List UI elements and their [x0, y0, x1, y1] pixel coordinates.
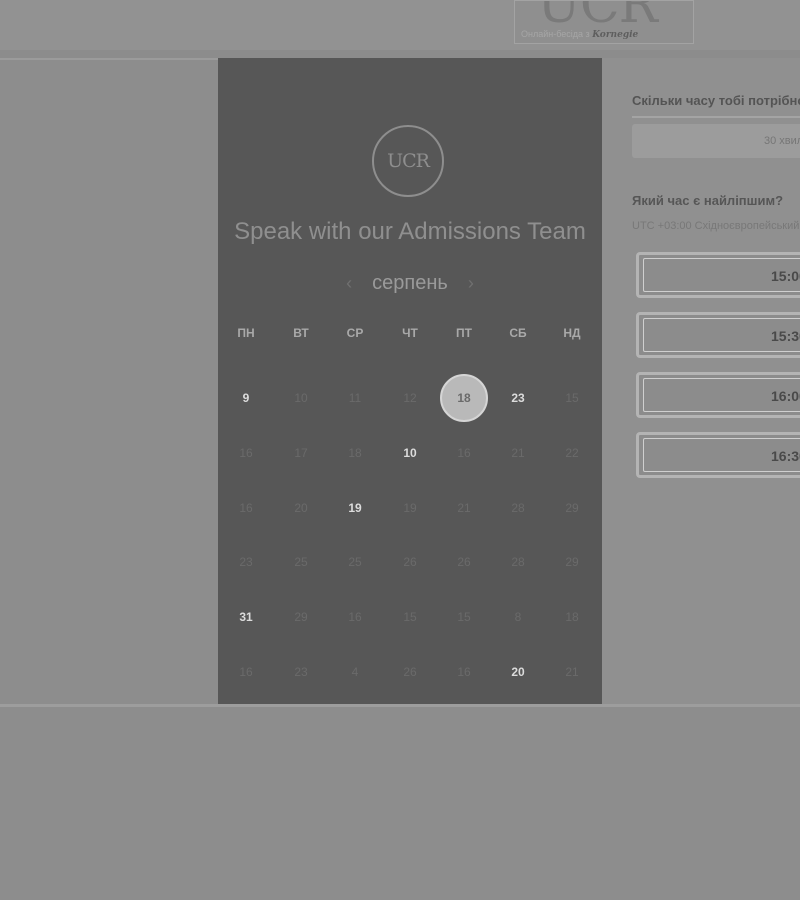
day-cell: 26 [457, 555, 471, 569]
weekday-label: СБ [509, 326, 527, 340]
day-cell: 23 [239, 555, 253, 569]
time-slot-button[interactable]: 16:30 [636, 432, 800, 478]
weekday-label: ПН [237, 326, 255, 340]
day-cell: 8 [514, 610, 522, 624]
day-cell: 17 [294, 446, 308, 460]
weekday-label: ПТ [456, 326, 472, 340]
day-cell[interactable]: 19 [331, 484, 379, 532]
month-navigation: ‹ серпень › [218, 268, 602, 298]
day-cell: 23 [294, 665, 308, 679]
time-slot-button[interactable]: 15:30 [636, 312, 800, 358]
divider [632, 116, 800, 118]
day-cell: 16 [457, 446, 471, 460]
day-cell: 29 [565, 555, 579, 569]
month-label: серпень [372, 271, 448, 294]
header-logo[interactable]: UCR Онлайн-бесіда з Kornegie [514, 0, 694, 44]
day-cell: 16 [348, 610, 362, 624]
day-cell: 16 [457, 665, 471, 679]
day-cell: 12 [403, 391, 417, 405]
time-slot-button[interactable]: 15:00 [636, 252, 800, 298]
weekday-header: ПН ВТ СР ЧТ ПТ СБ НД [218, 326, 602, 346]
day-cell: 26 [403, 555, 417, 569]
duration-question: Скільки часу тобі потрібно? [632, 93, 800, 108]
day-cell: 16 [239, 501, 253, 515]
time-slot-label: 16:00 [771, 388, 800, 404]
day-cell[interactable]: 9 [222, 374, 270, 422]
page-footer-area [0, 707, 800, 900]
day-cell: 21 [565, 665, 579, 679]
time-slot-button[interactable]: 16:00 [636, 372, 800, 418]
weekday-label: ЧТ [402, 326, 418, 340]
timezone-label[interactable]: UTC +03:00 Східноєвропейський час [632, 220, 800, 232]
day-cell: 18 [348, 446, 362, 460]
day-cell: 26 [403, 665, 417, 679]
time-question: Який час є найліпшим? [632, 193, 784, 208]
weekday-label: ВТ [293, 326, 309, 340]
day-cell: 11 [348, 391, 362, 405]
time-slot-label: 16:30 [771, 448, 800, 464]
header-logo-script: Kornegie [592, 30, 639, 40]
chevron-right-icon[interactable]: › [464, 273, 478, 294]
header-logo-caption: Онлайн-бесіда з [521, 29, 590, 39]
day-cell[interactable]: 31 [222, 593, 270, 641]
day-cell: 15 [457, 610, 471, 624]
day-cell: 25 [348, 555, 362, 569]
day-cell: 15 [565, 391, 579, 405]
day-cell: 25 [294, 555, 308, 569]
day-cell: 21 [457, 501, 471, 515]
day-cell: 16 [239, 446, 253, 460]
day-cell[interactable]: 10 [386, 429, 434, 477]
time-slot-label: 15:00 [771, 268, 800, 284]
ucr-logo: UCR [372, 125, 444, 197]
day-cell: 20 [294, 501, 308, 515]
left-pane [0, 58, 218, 704]
day-cell-selected[interactable]: 18 [440, 374, 488, 422]
day-cell: 18 [565, 610, 579, 624]
day-cell: 10 [294, 391, 308, 405]
day-cell: 19 [403, 501, 417, 515]
day-cell: 16 [239, 665, 253, 679]
page-header: UCR Онлайн-бесіда з Kornegie [0, 0, 800, 50]
day-cell: 15 [403, 610, 417, 624]
booking-options-panel: Скільки часу тобі потрібно? 30 хвилин Як… [602, 58, 800, 704]
weekday-label: СР [346, 326, 364, 340]
day-cell: 28 [511, 501, 525, 515]
weekday-label: НД [563, 326, 581, 340]
time-slot-label: 15:30 [771, 328, 800, 344]
duration-value: 30 хвилин [764, 135, 800, 147]
day-cell: 22 [565, 446, 579, 460]
chevron-left-icon[interactable]: ‹ [342, 273, 356, 294]
header-logo-subtext: Онлайн-бесіда з Kornegie [521, 29, 638, 40]
day-cell[interactable]: 23 [494, 374, 542, 422]
duration-button[interactable]: 30 хвилин [632, 124, 800, 158]
day-cell: 21 [511, 446, 525, 460]
ucr-logo-text: UCR [387, 150, 430, 172]
day-cell: 29 [565, 501, 579, 515]
day-cell[interactable]: 20 [494, 648, 542, 696]
day-cell: 29 [294, 610, 308, 624]
day-cell: 28 [511, 555, 525, 569]
day-cell: 4 [351, 665, 359, 679]
calendar-card: UCR Speak with our Admissions Team ‹ сер… [218, 58, 602, 706]
calendar-title: Speak with our Admissions Team [234, 218, 586, 245]
